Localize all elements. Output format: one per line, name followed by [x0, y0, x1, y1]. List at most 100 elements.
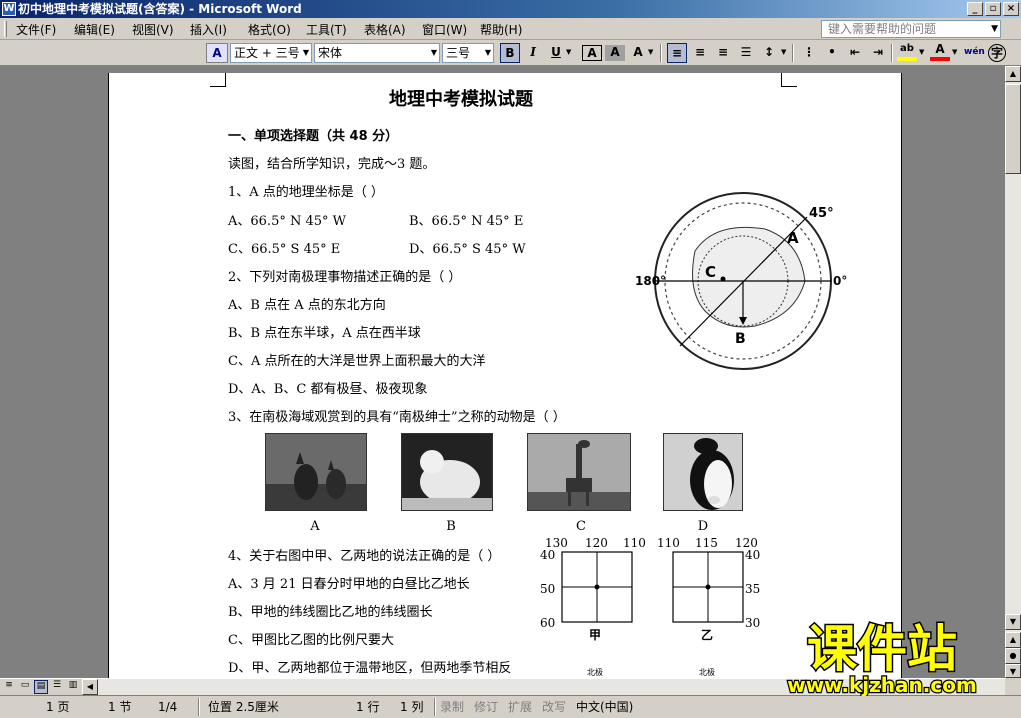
menu-insert[interactable]: 插入(I) — [190, 21, 227, 38]
scroll-thumb[interactable] — [1005, 84, 1021, 174]
menu-window[interactable]: 窗口(W) — [422, 21, 467, 38]
chevron-down-icon[interactable]: ▼ — [485, 44, 491, 62]
q2-option-d: D、A、B、C 都有极昼、极夜现象 — [228, 382, 428, 397]
select-browse-object-icon[interactable]: ● — [1005, 648, 1021, 664]
grid-side-label: 40 — [540, 548, 555, 562]
phonetic-guide-button[interactable]: wén — [964, 43, 985, 63]
bold-button[interactable]: B — [500, 43, 520, 63]
close-button[interactable]: × — [1003, 2, 1019, 16]
question-3: 3、在南极海域观赏到的具有“南极绅士”之称的动物是（ ） — [228, 410, 566, 425]
help-search-placeholder: 键入需要帮助的问题 — [828, 22, 937, 36]
scroll-up-icon[interactable]: ▲ — [1005, 66, 1021, 82]
web-layout-icon[interactable]: ▭ — [18, 680, 32, 694]
highlight-button[interactable]: ab — [897, 43, 917, 61]
menubar-grip[interactable] — [4, 21, 7, 37]
status-page: 1 页 — [46, 700, 70, 714]
status-separator — [198, 698, 200, 716]
margin-mark — [210, 73, 226, 87]
question-2: 2、下列对南极理事物描述正确的是（ ） — [228, 270, 462, 285]
scroll-left-icon[interactable]: ◀ — [82, 679, 98, 695]
prev-page-icon[interactable]: ▲ — [1005, 632, 1021, 648]
q4-option-b: B、甲地的纬线圈比乙地的纬线圈长 — [228, 605, 433, 620]
window-title: 初中地理中考模拟试题(含答案) - Microsoft Word — [18, 2, 302, 16]
menu-format[interactable]: 格式(O) — [248, 21, 291, 38]
print-layout-icon[interactable]: ▤ — [34, 680, 48, 694]
maximize-button[interactable]: ▫ — [985, 2, 1001, 16]
vertical-scrollbar[interactable]: ▲ ▼ ▲ ● ▼ — [1005, 66, 1021, 678]
underline-button[interactable]: U — [546, 43, 566, 63]
menu-table[interactable]: 表格(A) — [364, 21, 406, 38]
align-center-button[interactable]: ≡ — [690, 43, 710, 63]
increase-indent-icon[interactable]: ⇥ — [868, 43, 888, 63]
photo-polar-bear[interactable] — [401, 433, 493, 511]
chevron-down-icon[interactable]: ▼ — [952, 43, 957, 63]
question-4: 4、关于右图中甲、乙两地的说法正确的是（ ） — [228, 549, 501, 564]
grid-top-label: 120 — [585, 536, 608, 550]
align-right-button[interactable]: ≡ — [713, 43, 733, 63]
italic-button[interactable]: I — [523, 43, 543, 63]
char-shading-button[interactable]: A — [605, 45, 625, 61]
menu-tools[interactable]: 工具(T) — [306, 21, 347, 38]
title-bar: W 初中地理中考模拟试题(含答案) - Microsoft Word _ ▫ × — [0, 0, 1021, 18]
photo-penguin[interactable] — [663, 433, 743, 511]
word-app-icon[interactable]: W — [2, 2, 16, 16]
photo-label-b: B — [446, 519, 456, 534]
char-border-button[interactable]: A — [582, 45, 602, 61]
section-heading: 一、单项选择题（共 48 分） — [228, 129, 399, 144]
align-justify-button[interactable]: ≡ — [667, 43, 687, 63]
bullets-icon[interactable]: • — [822, 43, 842, 63]
photo-kangaroo[interactable] — [265, 433, 367, 511]
grid-name: 甲 — [589, 628, 601, 642]
status-track-changes[interactable]: 修订 — [474, 699, 498, 715]
outline-view-icon[interactable]: ☰ — [50, 680, 64, 694]
line-spacing-icon[interactable]: ↕ — [759, 43, 779, 63]
document-area: 地理中考模拟试题 一、单项选择题（共 48 分） 读图，结合所学知识，完成～3 … — [0, 66, 1005, 678]
grid-point — [705, 584, 711, 590]
grid-map-yi: 110 115 120 40 35 30 乙 北极 — [657, 536, 760, 677]
grid-map-jia: 130 120 110 40 50 60 甲 北极 — [540, 536, 646, 677]
menu-view[interactable]: 视图(V) — [132, 21, 174, 38]
help-dropdown-icon[interactable]: ▼ — [991, 21, 998, 37]
grid-pole: 北极 — [587, 667, 603, 677]
decrease-indent-icon[interactable]: ⇤ — [845, 43, 865, 63]
chevron-down-icon[interactable]: ▼ — [566, 43, 571, 63]
status-record[interactable]: 录制 — [440, 699, 464, 715]
status-overtype[interactable]: 改写 — [542, 699, 566, 715]
point-c-dot — [720, 276, 726, 282]
help-search-input[interactable]: 键入需要帮助的问题 ▼ — [821, 20, 1001, 38]
font-combo[interactable]: 宋体 ▼ — [314, 43, 440, 63]
status-bar: 1 页 1 节 1/4 位置 2.5厘米 1 行 1 列 录制 修订 扩展 改写… — [0, 695, 1021, 718]
minimize-button[interactable]: _ — [967, 2, 983, 16]
normal-view-icon[interactable]: ≡ — [2, 680, 16, 694]
distribute-button[interactable]: ☰ — [736, 43, 756, 63]
char-scale-button[interactable]: A — [628, 43, 648, 63]
label-0: 0° — [833, 274, 847, 288]
style-combo[interactable]: 正文 + 三号 ▼ — [230, 43, 312, 63]
photo-giraffe[interactable] — [527, 433, 631, 511]
grid-name: 乙 — [701, 628, 713, 642]
chevron-down-icon[interactable]: ▼ — [781, 43, 786, 63]
font-value: 宋体 — [318, 46, 343, 60]
watermark-url: www.kjzhan.com — [787, 673, 977, 696]
status-separator — [434, 698, 436, 716]
menu-edit[interactable]: 编辑(E) — [74, 21, 115, 38]
enclose-char-icon[interactable]: 字 — [988, 44, 1006, 62]
label-180: 180° — [635, 274, 666, 288]
numbering-icon[interactable]: ⋮ — [799, 43, 819, 63]
styles-pane-icon[interactable]: A — [206, 43, 228, 63]
chevron-down-icon[interactable]: ▼ — [919, 43, 924, 63]
scroll-down-icon[interactable]: ▼ — [1005, 614, 1021, 630]
document-page[interactable]: 地理中考模拟试题 一、单项选择题（共 48 分） 读图，结合所学知识，完成～3 … — [108, 73, 902, 678]
menu-file[interactable]: 文件(F) — [16, 21, 56, 38]
reading-layout-icon[interactable]: ▥ — [66, 680, 80, 694]
chevron-down-icon[interactable]: ▼ — [648, 43, 653, 63]
chevron-down-icon[interactable]: ▼ — [431, 44, 437, 62]
grid-side-label: 40 — [745, 548, 760, 562]
menu-help[interactable]: 帮助(H) — [480, 21, 522, 38]
status-extend[interactable]: 扩展 — [508, 699, 532, 715]
next-page-icon[interactable]: ▼ — [1005, 664, 1021, 678]
font-size-combo[interactable]: 三号 ▼ — [442, 43, 494, 63]
q1-option-d: D、66.5° S 45° W — [409, 242, 526, 257]
font-color-button[interactable]: A — [930, 43, 950, 61]
chevron-down-icon[interactable]: ▼ — [303, 44, 309, 62]
